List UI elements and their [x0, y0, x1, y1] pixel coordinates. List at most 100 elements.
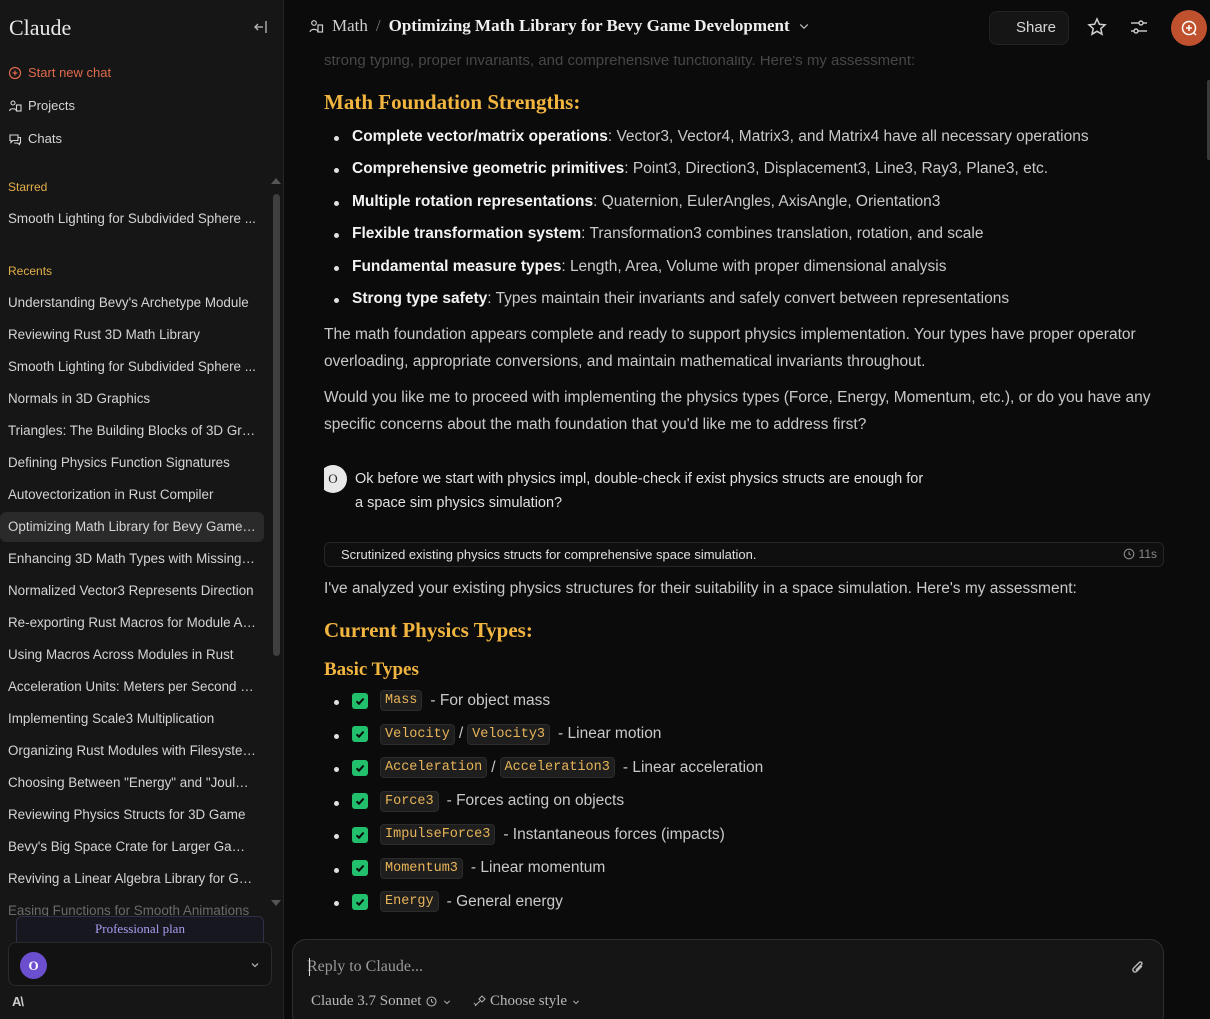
sidebar-item-recent-chat[interactable]: Normalized Vector3 Represents Direction	[0, 576, 264, 606]
checkmark-icon	[352, 726, 368, 742]
sidebar-scroll-area: Starred Smooth Lighting for Subdivided S…	[0, 176, 272, 916]
app-root: Claude Start new chat Projects Chats Sta…	[0, 0, 1210, 1019]
sidebar-item-recent-chat[interactable]: Reviewing Physics Structs for 3D Game	[0, 800, 264, 830]
list-item: Strong type safety: Types maintain their…	[333, 290, 1010, 308]
list-item: Force3 - Forces acting on objects	[333, 790, 625, 812]
list-item-bold: Multiple rotation representations	[352, 192, 594, 210]
scroll-up-arrow-icon[interactable]	[271, 178, 281, 184]
brand-logo[interactable]: Claude	[9, 15, 71, 41]
account-menu[interactable]: O	[8, 942, 272, 986]
sidebar-item-recent-chat[interactable]: Normals in 3D Graphics	[0, 384, 264, 414]
model-label: Claude 3.7 Sonnet	[311, 993, 422, 1009]
list-item-text: - Forces acting on objects	[446, 792, 625, 809]
sidebar-item-recent-chat[interactable]: Reviving a Linear Algebra Library for Ga…	[0, 864, 264, 894]
starred-chat-item[interactable]: Smooth Lighting for Subdivided Sphere ..…	[0, 204, 264, 234]
sidebar-item-recent-chat[interactable]: Organizing Rust Modules with Filesystem.…	[0, 736, 264, 766]
sidebar-item-recent-chat[interactable]: Acceleration Units: Meters per Second Sq…	[0, 672, 264, 702]
recents-heading: Recents	[8, 264, 53, 278]
sidebar-item-recent-chat[interactable]: Smooth Lighting for Subdivided Sphere ..…	[0, 352, 264, 382]
list-item-bold: Complete vector/matrix operations	[352, 128, 608, 145]
plan-badge[interactable]: Professional plan	[16, 916, 264, 942]
sidebar-item-recent-chat[interactable]: Optimizing Math Library for Bevy Game ..…	[0, 512, 264, 542]
sidebar-item-recent-chat[interactable]: Choosing Between "Energy" and "Joules"..…	[0, 768, 264, 798]
reply-intro: I've analyzed your existing physics stru…	[324, 580, 1077, 597]
sidebar-item-recent-chat[interactable]: Using Macros Across Modules in Rust	[0, 640, 264, 670]
list-item-text: - Linear acceleration	[622, 758, 764, 776]
inline-code: Energy	[380, 891, 439, 912]
breadcrumb: Math / Optimizing Math Library for Bevy …	[308, 16, 810, 36]
chevron-down-icon	[444, 999, 451, 1004]
list-item: Complete vector/matrix operations: Vecto…	[334, 128, 1089, 146]
clock-icon	[1123, 548, 1134, 560]
thinking-summary[interactable]: Scrutinized existing physics structs for…	[324, 542, 1164, 567]
list-item: Acceleration / Acceleration3 - Linear accel…	[333, 757, 764, 778]
chats-nav-item[interactable]: Chats	[8, 131, 62, 146]
projects-nav-item[interactable]: Projects	[8, 98, 75, 113]
style-label: Choose style	[490, 993, 568, 1009]
list-item-text: : Length, Area, Volume with proper dimen…	[561, 257, 947, 275]
chats-icon	[9, 133, 22, 146]
checkmark-icon	[352, 759, 368, 776]
model-selector[interactable]: Claude 3.7 Sonnet	[311, 993, 452, 1010]
collapse-sidebar-icon[interactable]	[252, 19, 268, 35]
style-brush-icon	[473, 995, 486, 1007]
list-item-bold: Fundamental measure types	[352, 257, 562, 275]
reply-input[interactable]	[307, 956, 1087, 978]
chevron-down-icon[interactable]	[798, 20, 810, 32]
checkmark-icon	[352, 793, 368, 809]
sidebar-item-recent-chat[interactable]: Reviewing Rust 3D Math Library	[0, 320, 264, 350]
list-item-text: : Vector3, Vector4, Matrix3, and Matrix4…	[607, 128, 1089, 145]
projects-label: Projects	[28, 98, 75, 113]
profile-button[interactable]	[1171, 10, 1207, 46]
paragraph-proceed-question: Would you like me to proceed with implem…	[324, 389, 1151, 433]
thinking-summary-text: Scrutinized existing physics structs for…	[341, 547, 757, 562]
sidebar: Claude Start new chat Projects Chats Sta…	[0, 0, 284, 1019]
sidebar-item-recent-chat[interactable]: Re-exporting Rust Macros for Module Ac..…	[0, 608, 264, 638]
settings-sliders-icon[interactable]	[1129, 17, 1149, 37]
sidebar-scrollbar[interactable]	[273, 194, 280, 656]
main-panel: Math / Optimizing Math Library for Bevy …	[284, 0, 1210, 1019]
user-message-text: Ok before we start with physics impl, do…	[355, 471, 924, 511]
sidebar-item-recent-chat[interactable]: Triangles: The Building Blocks of 3D Gra…	[0, 416, 264, 446]
star-icon[interactable]	[1087, 17, 1107, 37]
sidebar-item-recent-chat[interactable]: Defining Physics Function Signatures	[0, 448, 264, 478]
anthropic-logo-icon: A\	[12, 994, 24, 1009]
code-separator: /	[491, 758, 496, 776]
list-item-text: - For object mass	[430, 691, 551, 709]
style-selector[interactable]: Choose style	[473, 993, 581, 1010]
list-item-bold: Flexible transformation system	[352, 225, 582, 243]
avatar: O	[20, 952, 47, 979]
list-item: Fundamental measure types: Length, Area,…	[333, 257, 947, 276]
new-chat-icon	[8, 66, 22, 79]
scroll-down-arrow-icon[interactable]	[271, 900, 281, 906]
starred-heading: Starred	[8, 180, 48, 194]
sidebar-item-recent-chat[interactable]: Understanding Bevy's Archetype Module	[0, 288, 264, 318]
list-item: Mass - For object mass	[333, 690, 551, 711]
sidebar-item-recent-chat[interactable]: Implementing Scale3 Multiplication	[0, 704, 264, 734]
extended-thinking-icon	[426, 996, 437, 1007]
list-item-text: : Types maintain their invariants and sa…	[487, 290, 1010, 307]
list-item-text: : Point3, Direction3, Displacement3, Lin…	[624, 160, 1049, 178]
project-link[interactable]: Math	[332, 16, 368, 36]
chats-label: Chats	[28, 131, 62, 146]
chevron-down-icon	[573, 999, 580, 1004]
list-item: Energy - General energy	[334, 891, 563, 912]
share-button[interactable]: Share	[989, 11, 1069, 45]
sidebar-item-recent-chat[interactable]: Easing Functions for Smooth Animations	[0, 896, 264, 916]
sidebar-item-recent-chat[interactable]: Enhancing 3D Math Types with Missing ...	[0, 544, 264, 574]
chat-title[interactable]: Optimizing Math Library for Bevy Game De…	[389, 16, 790, 36]
list-item: Momentum3 - Linear momentum	[333, 857, 606, 879]
start-new-chat-button[interactable]: Start new chat	[8, 65, 111, 80]
top-bar: Math / Optimizing Math Library for Bevy …	[284, 0, 1210, 56]
sidebar-item-recent-chat[interactable]: Bevy's Big Space Crate for Larger Game .…	[0, 832, 264, 862]
list-item-text: - Linear momentum	[470, 859, 606, 876]
list-item-text: - Instantaneous forces (impacts)	[503, 825, 725, 843]
projects-icon	[8, 99, 22, 112]
inline-code: Momentum3	[380, 857, 463, 879]
list-item-text: - Linear motion	[558, 725, 662, 742]
checkmark-icon	[352, 826, 368, 843]
inline-code: Velocity	[380, 723, 455, 745]
paperclip-icon[interactable]	[1129, 959, 1147, 977]
list-item: Velocity / Velocity3 - Linear motion	[333, 723, 662, 745]
sidebar-item-recent-chat[interactable]: Autovectorization in Rust Compiler	[0, 480, 264, 510]
